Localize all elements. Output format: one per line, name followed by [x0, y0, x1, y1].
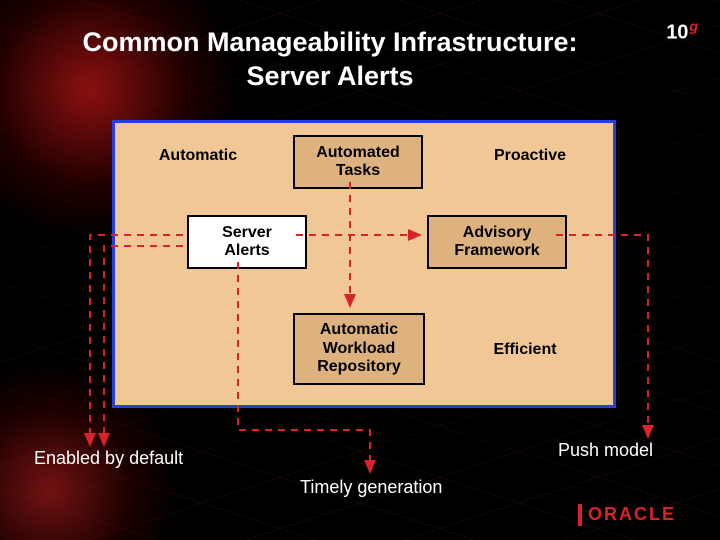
box-awr: Automatic Workload Repository — [293, 313, 425, 385]
logo-oracle-bar — [578, 504, 582, 526]
logo-oracle-text: ORACLE — [588, 504, 676, 525]
label-enabled-by-default: Enabled by default — [34, 448, 183, 469]
slide: Common Manageability Infrastructure: Ser… — [0, 0, 720, 540]
label-efficient: Efficient — [475, 341, 575, 359]
logo-10g-suffix: g — [689, 18, 698, 34]
box-advisory-framework: Advisory Framework — [427, 215, 567, 269]
label-proactive: Proactive — [475, 147, 585, 165]
diagram-canvas: Automatic Automated Tasks Proactive Serv… — [112, 120, 616, 408]
label-push-model: Push model — [558, 440, 653, 461]
label-timely-generation: Timely generation — [300, 477, 442, 498]
box-server-alerts: Server Alerts — [187, 215, 307, 269]
box-automated-tasks: Automated Tasks — [293, 135, 423, 189]
logo-oracle: ORACLE — [578, 504, 698, 526]
title-line-1: Common Manageability Infrastructure: — [82, 27, 577, 57]
title-line-2: Server Alerts — [246, 61, 413, 91]
label-automatic: Automatic — [143, 147, 253, 165]
slide-title: Common Manageability Infrastructure: Ser… — [0, 26, 660, 94]
logo-10g-number: 10 — [666, 22, 688, 44]
logo-10g: 10g — [666, 18, 698, 45]
